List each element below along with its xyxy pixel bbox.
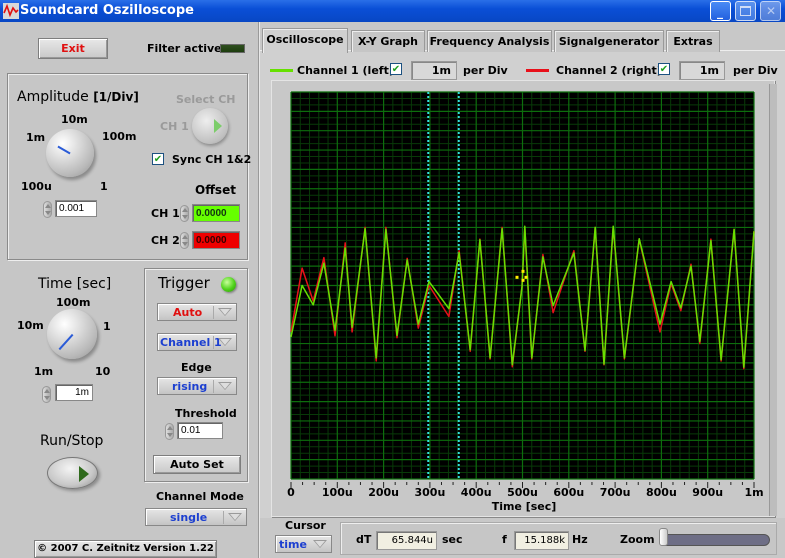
zoom-slider-handle[interactable] (659, 528, 668, 546)
cursor-marker-part (521, 269, 525, 273)
f-unit: Hz (572, 533, 588, 546)
x-tick-label: 400u (461, 486, 492, 499)
dt-label: dT (356, 533, 372, 546)
x-tick-label: 200u (368, 486, 399, 499)
x-tick-label: 500u (507, 486, 538, 499)
cursor-marker-part (515, 275, 519, 279)
dt-unit: sec (442, 533, 463, 546)
x-tick-label: 600u (553, 486, 584, 499)
x-tick-label: 700u (600, 486, 631, 499)
f-readout: 15.188k (514, 531, 569, 550)
zoom-slider-track[interactable] (659, 534, 770, 546)
x-axis-title: Time [sec] (492, 500, 557, 513)
chevron-down-icon (313, 540, 327, 548)
cursor-marker-part (521, 278, 525, 282)
zoom-label: Zoom (620, 533, 655, 546)
cursor-marker-part (524, 275, 528, 279)
dt-readout: 65.844u (376, 531, 437, 550)
f-label: f (502, 533, 507, 546)
tab-oscilloscope[interactable]: Oscilloscope (262, 28, 348, 53)
x-tick-label: 900u (692, 486, 723, 499)
oscilloscope-graph[interactable]: 0 100u 200u 300u 400u 500u 600u 700u 800u 900u 1m … (0, 0, 785, 558)
x-tick-label: 1m (744, 486, 763, 499)
cursor-mode-dropdown[interactable]: time (275, 535, 332, 553)
x-tick-label: 800u (646, 486, 677, 499)
x-tick-label: 300u (415, 486, 446, 499)
x-axis-labels: 0 100u 200u 300u 400u 500u 600u 700u 800u 900u 1m (287, 486, 763, 499)
cursor-mode-value: time (279, 538, 307, 551)
cursor-label: Cursor (285, 519, 326, 532)
x-tick-label: 0 (287, 486, 295, 499)
x-tick-label: 100u (322, 486, 353, 499)
